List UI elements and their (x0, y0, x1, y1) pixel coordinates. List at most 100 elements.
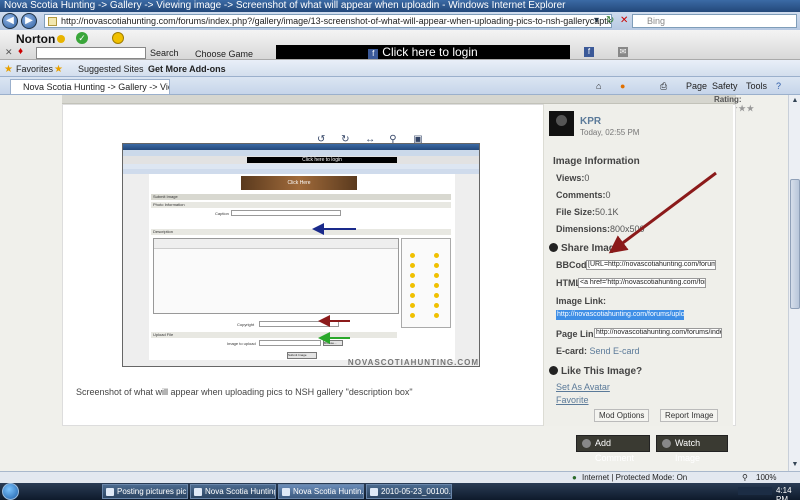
image-link-field[interactable]: http://novascotiahunting.com/forums/uplo… (556, 310, 684, 320)
favorites-button[interactable]: Favorites (16, 64, 53, 74)
add-favorite-icon[interactable]: ★ (54, 64, 63, 75)
mod-options-button[interactable]: Mod Options (594, 409, 650, 422)
html-field[interactable]: <a href='http://novascotiahunting.com/fo… (578, 278, 706, 288)
collapse-icon[interactable] (549, 243, 558, 252)
add-comment-button[interactable]: Add Comment (576, 435, 650, 463)
print-icon[interactable]: ⎙ (660, 81, 667, 92)
norton-logo: Norton (16, 32, 66, 46)
feeds-icon[interactable]: ● (620, 81, 625, 91)
stop-icon[interactable]: ✕ (620, 15, 628, 26)
help-icon[interactable]: ? (776, 81, 781, 91)
choose-game-menu[interactable]: Choose Game (195, 49, 253, 59)
facebook-login-banner[interactable]: f Click here to login (276, 45, 570, 59)
search-input[interactable]: Bing (632, 14, 797, 28)
bbcode-field[interactable]: [URL=http://novascotiahunting.com/forums… (586, 260, 716, 270)
address-row: ◀ ▶ http://novascotiahunting.com/forums/… (0, 12, 800, 30)
smiley-icon[interactable] (112, 32, 124, 44)
address-bar[interactable]: http://novascotiahunting.com/forums/inde… (44, 14, 612, 28)
preview-emoticons (401, 238, 451, 328)
scroll-down-icon[interactable]: ▼ (789, 459, 800, 471)
norton-toolbar: Norton ✓ ✕ ♦ Search Choose Game f Click h… (0, 30, 800, 60)
image-sidebar: KPR Today, 02:55 PM Image Information Vi… (543, 104, 733, 426)
suggested-sites-link[interactable]: Suggested Sites (78, 64, 144, 74)
taskbar-item[interactable]: Posting pictures pic... (102, 484, 188, 499)
globe-icon: ● (572, 473, 577, 482)
taskbar: Posting pictures pic... Nova Scotia Hunt… (0, 483, 800, 500)
send-ecard-link[interactable]: Send E-card (590, 346, 640, 356)
refresh-icon[interactable]: ↻ (606, 15, 614, 26)
norton-search-button[interactable]: Search (150, 48, 179, 58)
favorites-star-icon[interactable]: ★ (4, 64, 13, 75)
comments-row: Comments:0 (556, 190, 611, 200)
preview-login-banner: Click here to login (247, 157, 397, 163)
comment-icon (582, 439, 591, 448)
image-caption: Screenshot of what will appear when uplo… (76, 387, 413, 397)
tab-bar: Nova Scotia Hunting -> Gallery -> Viewin… (0, 77, 800, 95)
get-more-addons-link[interactable]: Get More Add-ons (148, 64, 226, 74)
preview-browse-button: Browse... (323, 340, 343, 346)
address-url: http://novascotiahunting.com/forums/inde… (61, 16, 612, 26)
share-image-title: Share Image (549, 243, 620, 254)
close-toolbar-icon[interactable]: ✕ (5, 47, 13, 58)
post-date: Today, 02:55 PM (580, 128, 640, 137)
tab-active[interactable]: Nova Scotia Hunting -> Gallery -> Viewin… (10, 79, 170, 94)
taskbar-item[interactable]: Nova Scotia Hunting... (190, 484, 276, 499)
preview-heading: Submit Image (151, 194, 451, 200)
preview-watermark: NOVASCOTIAHUNTING.COM (347, 358, 479, 367)
preview-label: Caption (215, 211, 229, 216)
preview-label: Image to upload (227, 341, 256, 346)
favorite-link[interactable]: Favorite (556, 395, 589, 405)
page-menu[interactable]: Page (686, 81, 707, 91)
dimensions-row: Dimensions:800x500 (556, 224, 645, 234)
norton-safe-web-icon[interactable]: ♦ (18, 46, 23, 57)
facebook-icon: f (368, 49, 379, 59)
preview-banner: Click Here (241, 176, 357, 190)
image-info-title: Image Information (553, 156, 640, 167)
tools-menu[interactable]: Tools (746, 81, 767, 91)
taskbar-item[interactable]: 2010-05-23_00100.jp... (366, 484, 452, 499)
window-title: Nova Scotia Hunting -> Gallery -> Viewin… (0, 0, 800, 12)
preview-heading: Upload File (151, 332, 397, 338)
watch-image-button[interactable]: Watch Image (656, 435, 728, 463)
zoom-icon: ⚲ (742, 473, 748, 482)
forward-button[interactable]: ▶ (21, 13, 37, 29)
report-image-button[interactable]: Report Image (660, 409, 719, 422)
back-button[interactable]: ◀ (2, 13, 18, 29)
zoom-level[interactable]: 100% (756, 473, 776, 482)
clock: 4:14 PM (776, 486, 792, 500)
mail-icon[interactable]: ✉ (618, 47, 628, 57)
page-link-field[interactable]: http://novascotiahunting.com/forums/inde… (594, 328, 722, 338)
taskbar-item-active[interactable]: Nova Scotia Huntin... (278, 484, 364, 499)
like-image-title: Like This Image? (549, 366, 642, 377)
home-icon[interactable]: ⌂ (596, 81, 601, 91)
avatar[interactable] (549, 111, 574, 136)
image-link-label: Image Link: (556, 296, 607, 306)
system-tray[interactable] (738, 487, 772, 495)
scroll-up-icon[interactable]: ▲ (789, 95, 800, 107)
username-link[interactable]: KPR (580, 116, 601, 127)
preview-submit-button: Submit Image (287, 352, 317, 359)
favorites-bar: ★ Favorites ★ Suggested Sites Get More A… (0, 60, 800, 77)
start-button[interactable] (2, 483, 19, 500)
collapse-icon[interactable] (549, 366, 558, 375)
status-bar: ● Internet | Protected Mode: On ⚲ 100% (0, 471, 800, 483)
rating-bar: Rating: ★★★★★ (62, 95, 754, 113)
facebook-icon[interactable]: f (584, 47, 594, 57)
page-content: Rating: ★★★★★ ↺ ↻ ↔ ⚲ ▣ Click here to lo… (0, 95, 788, 471)
watch-icon (662, 439, 671, 448)
scroll-thumb[interactable] (790, 179, 800, 309)
scrollbar[interactable]: ▲ ▼ (788, 95, 800, 471)
filesize-row: File Size:50.1K (556, 207, 619, 217)
security-zone: Internet | Protected Mode: On (582, 473, 688, 482)
safety-menu[interactable]: Safety (712, 81, 738, 91)
norton-status-icon[interactable]: ✓ (76, 32, 88, 44)
norton-search-input[interactable] (36, 47, 146, 59)
preview-heading: Description (151, 229, 451, 235)
page-icon (48, 17, 57, 26)
ecard-row: E-card: Send E-card (556, 346, 640, 356)
gallery-image[interactable]: Click here to login Click Here Submit Im… (122, 143, 480, 367)
views-row: Views:0 (556, 173, 590, 183)
set-avatar-link[interactable]: Set As Avatar (556, 382, 610, 392)
address-dropdown-icon[interactable]: ▾ (594, 15, 599, 26)
preview-heading: Photo Information (151, 202, 451, 208)
